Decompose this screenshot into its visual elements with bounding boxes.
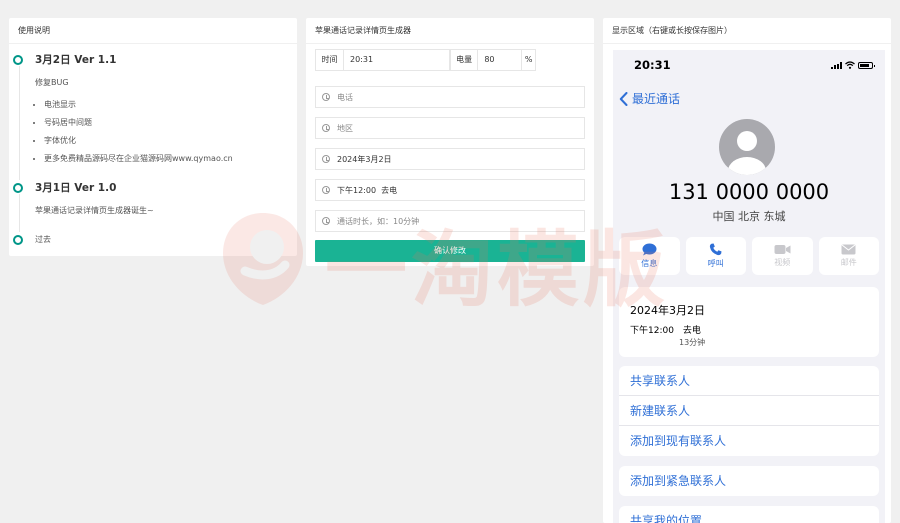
change-item: 字体优化 xyxy=(44,132,297,150)
mail-button[interactable]: 邮件 xyxy=(818,237,879,275)
version-title: 3月1日 Ver 1.0 xyxy=(35,182,117,194)
phone-preview: 20:31 最近通话 131 0000 0000 中国 北京 东城 信息 呼叫 … xyxy=(613,50,885,523)
share-contact-link[interactable]: 共享联系人 xyxy=(619,366,879,396)
call-date: 2024年3月2日 xyxy=(630,304,705,317)
call-time-input[interactable]: 下午12:00 去电 xyxy=(315,179,585,201)
video-icon xyxy=(774,245,791,254)
version-timeline: 3月2日 Ver 1.1 修复BUG 电池显示 号码居中间题 字体优化 更多免费… xyxy=(9,44,297,260)
timeline-item: 3月1日 Ver 1.0 苹果通话记录详情页生成器诞生~ xyxy=(13,176,297,232)
version-desc: 苹果通话记录详情页生成器诞生~ xyxy=(35,206,154,215)
area-input[interactable]: 地区 xyxy=(315,117,585,139)
cellular-signal-icon xyxy=(831,61,842,69)
duration-input[interactable]: 通话时长，如：10分钟 xyxy=(315,210,585,232)
back-label: 最近通话 xyxy=(632,92,681,106)
phone-number: 131 0000 0000 xyxy=(668,180,830,204)
mail-icon xyxy=(841,244,856,255)
message-button[interactable]: 信息 xyxy=(619,237,680,275)
change-item: 电池显示 xyxy=(44,96,297,114)
timeline-item: 过去 xyxy=(13,228,297,260)
phone-placeholder: 电话 xyxy=(337,92,353,102)
timeline-past: 过去 xyxy=(35,235,51,244)
status-time: 20:31 xyxy=(634,58,671,72)
battery-field[interactable]: 电量 80 % xyxy=(450,49,536,71)
call-label: 呼叫 xyxy=(707,259,724,268)
version-desc: 修复BUG xyxy=(35,78,69,87)
clock-icon xyxy=(322,217,330,225)
timeline-dot-icon xyxy=(13,55,23,65)
battery-unit: % xyxy=(524,55,533,64)
status-bar: 20:31 xyxy=(613,50,885,80)
share-location-link[interactable]: 共享我的位置 xyxy=(619,506,879,523)
message-icon xyxy=(642,243,657,256)
change-item: 更多免费精品源码尽在企业猫源码网www.qymao.cn xyxy=(44,150,297,168)
mail-label: 邮件 xyxy=(840,258,857,267)
version-title: 3月2日 Ver 1.1 xyxy=(35,54,117,66)
generator-heading: 苹果通话记录详情页生成器 xyxy=(306,18,594,44)
call-button[interactable]: 呼叫 xyxy=(685,237,746,275)
video-button[interactable]: 视频 xyxy=(752,237,813,275)
display-heading: 显示区域（右键或长按保存图片） xyxy=(603,18,891,44)
battery-input[interactable]: 80 xyxy=(478,50,523,70)
timeline-item: 3月2日 Ver 1.1 修复BUG 电池显示 号码居中间题 字体优化 更多免费… xyxy=(13,48,297,180)
call-duration: 13分钟 xyxy=(679,338,706,347)
confirm-button[interactable]: 确认修改 xyxy=(315,240,585,262)
time-input[interactable]: 20:31 xyxy=(344,50,373,70)
timeline-dot-icon xyxy=(13,183,23,193)
date-input[interactable]: 2024年3月2日 xyxy=(315,148,585,170)
call-time-value: 下午12:00 去电 xyxy=(337,185,398,195)
add-emergency-contact-link[interactable]: 添加到紧急联系人 xyxy=(619,466,879,496)
phone-location: 中国 北京 东城 xyxy=(712,210,786,223)
duration-placeholder: 通话时长，如：10分钟 xyxy=(337,216,420,226)
action-buttons: 信息 呼叫 视频 邮件 xyxy=(619,237,879,275)
battery-label: 电量 xyxy=(451,50,479,70)
message-label: 信息 xyxy=(641,259,658,268)
generator-panel: 苹果通话记录详情页生成器 时间 20:31 电量 80 % 电话 地区 2024… xyxy=(306,18,594,266)
battery-level xyxy=(860,63,869,67)
change-item: 号码居中间题 xyxy=(44,114,297,132)
phone-input[interactable]: 电话 xyxy=(315,86,585,108)
battery-icon xyxy=(858,61,875,69)
new-contact-link[interactable]: 新建联系人 xyxy=(619,396,879,426)
contact-actions-card: 共享联系人 新建联系人 添加到现有联系人 xyxy=(619,366,879,456)
emergency-card: 添加到紧急联系人 xyxy=(619,466,879,496)
clock-icon xyxy=(322,155,330,163)
wifi-icon xyxy=(845,61,855,69)
avatar xyxy=(719,119,775,175)
video-label: 视频 xyxy=(774,258,791,267)
call-time: 下午12:00 xyxy=(630,326,674,336)
display-panel: 显示区域（右键或长按保存图片） 20:31 最近通话 131 0000 0000… xyxy=(603,18,891,523)
change-list: 电池显示 号码居中间题 字体优化 更多免费精品源码尽在企业猫源码网www.qym… xyxy=(35,96,297,168)
call-type: 去电 xyxy=(682,326,701,336)
call-detail-card: 2024年3月2日 下午12:00 去电 13分钟 xyxy=(619,287,879,357)
back-button[interactable]: 最近通话 xyxy=(619,90,680,107)
clock-icon xyxy=(322,124,330,132)
location-card: 共享我的位置 xyxy=(619,506,879,523)
instructions-panel: 使用说明 3月2日 Ver 1.1 修复BUG 电池显示 号码居中间题 字体优化… xyxy=(9,18,297,256)
clock-icon xyxy=(322,186,330,194)
area-placeholder: 地区 xyxy=(337,123,353,133)
time-field[interactable]: 时间 20:31 xyxy=(315,49,450,71)
clock-icon xyxy=(322,93,330,101)
add-existing-contact-link[interactable]: 添加到现有联系人 xyxy=(619,426,879,456)
timeline-dot-icon xyxy=(13,235,23,245)
time-label: 时间 xyxy=(316,50,344,70)
instructions-heading: 使用说明 xyxy=(9,18,297,44)
person-icon xyxy=(728,131,766,175)
phone-icon xyxy=(710,243,722,256)
call-record: 下午12:00 去电 xyxy=(630,323,701,336)
chevron-left-icon xyxy=(619,91,628,106)
date-value: 2024年3月2日 xyxy=(337,154,392,164)
